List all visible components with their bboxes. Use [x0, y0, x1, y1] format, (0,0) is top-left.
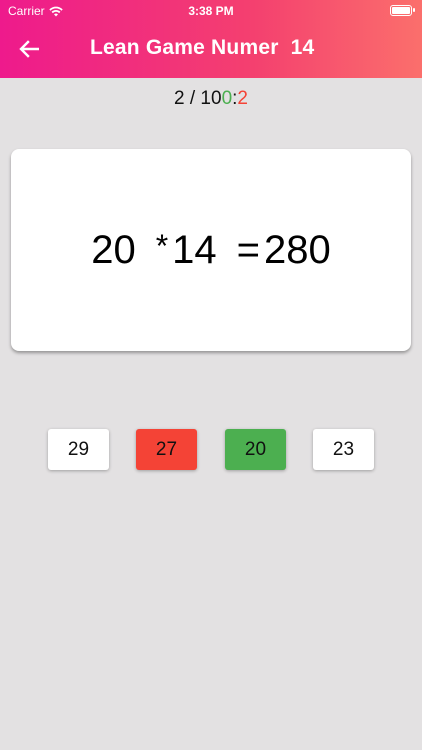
- question-card: 20 * 14 = 280: [11, 149, 411, 351]
- page-title: Lean Game Numer 14: [90, 36, 315, 59]
- operator: *: [155, 227, 169, 264]
- score-total: 10: [200, 88, 222, 109]
- answer-button[interactable]: 23: [313, 429, 374, 470]
- status-bar: Carrier 3:38 PM: [0, 0, 422, 22]
- score-current: 2: [174, 88, 185, 109]
- battery-icon: [390, 5, 415, 16]
- back-button[interactable]: [14, 36, 44, 62]
- answer-button[interactable]: 20: [225, 429, 286, 470]
- app-bar: Carrier 3:38 PM Lean Game Numer 14: [0, 0, 422, 78]
- left-operand: 20: [91, 227, 136, 272]
- score-correct: 0: [221, 88, 233, 109]
- result: 280: [264, 227, 331, 272]
- score-separator: /: [184, 88, 201, 109]
- status-time: 3:38 PM: [188, 4, 234, 18]
- score-wrong: 2: [237, 88, 248, 109]
- score-display: 2 / 100:2: [0, 88, 422, 110]
- answer-button[interactable]: 27: [136, 429, 197, 470]
- arrow-left-icon: [19, 40, 39, 58]
- equals-sign: =: [236, 227, 261, 272]
- answer-button[interactable]: 29: [48, 429, 109, 470]
- right-operand: 14: [172, 227, 217, 272]
- equation: 20 * 14 = 280: [91, 228, 331, 273]
